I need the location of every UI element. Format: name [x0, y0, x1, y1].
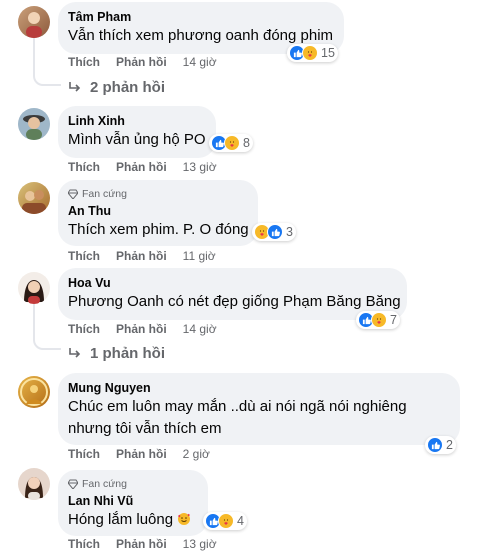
avatar[interactable] — [18, 468, 50, 500]
thread-line — [33, 38, 35, 72]
comment-text: Phương Oanh có nét đẹp giống Phạm Băng B… — [68, 293, 401, 310]
timestamp[interactable]: 2 giờ — [183, 447, 210, 461]
reply-arrow-icon — [69, 348, 81, 358]
timestamp[interactable]: 14 giờ — [183, 55, 217, 69]
avatar[interactable] — [18, 272, 50, 304]
avatar[interactable] — [18, 182, 50, 214]
reaction-count: 3 — [286, 225, 293, 239]
reaction-summary[interactable]: 4 — [203, 512, 247, 530]
comment-text: Thích xem phim. P. O đóng — [68, 221, 249, 238]
comment-bubble: Fan cứng Lan Nhi Vũ Hóng lắm luông — [58, 470, 208, 536]
reply-link[interactable]: Phản hồi — [116, 537, 167, 551]
timestamp[interactable]: 13 giờ — [183, 160, 217, 174]
timestamp[interactable]: 13 giờ — [183, 537, 217, 551]
like-reaction-icon — [267, 224, 283, 240]
reaction-summary[interactable]: 3 — [252, 223, 296, 241]
top-fan-badge: Fan cứng — [68, 187, 246, 201]
thread-line — [33, 304, 35, 336]
comment-author[interactable]: Linh Xinh — [68, 113, 204, 129]
comment-actions: Thích Phản hồi 14 giờ — [68, 54, 217, 70]
reaction-count: 15 — [321, 46, 335, 60]
reply-link[interactable]: Phản hồi — [116, 249, 167, 263]
like-link[interactable]: Thích — [68, 537, 100, 551]
comment-text-content: Hóng lắm luông — [68, 511, 174, 528]
comment-bubble: Linh Xinh Mình vẫn ủng hộ PO — [58, 106, 216, 158]
diamond-badge-icon — [68, 189, 78, 199]
diamond-badge-icon — [68, 479, 78, 489]
replies-count: 1 phản hồi — [90, 344, 165, 362]
timestamp[interactable]: 11 giờ — [183, 249, 216, 263]
reply-link[interactable]: Phản hồi — [116, 447, 167, 461]
timestamp[interactable]: 14 giờ — [183, 322, 217, 336]
like-link[interactable]: Thích — [68, 249, 100, 263]
comment-actions: Thích Phản hồi 11 giờ — [68, 248, 216, 264]
reply-link[interactable]: Phản hồi — [116, 322, 167, 336]
like-link[interactable]: Thích — [68, 160, 100, 174]
comment-actions: Thích Phản hồi 2 giờ — [68, 446, 210, 462]
smiling-face-hearts-emoji — [178, 513, 191, 525]
comment-actions: Thích Phản hồi 13 giờ — [68, 536, 217, 552]
comment-actions: Thích Phản hồi 13 giờ — [68, 159, 217, 175]
avatar[interactable] — [18, 108, 50, 140]
comment-author[interactable]: Hoa Vu — [68, 275, 395, 291]
top-fan-badge: Fan cứng — [68, 477, 196, 491]
like-link[interactable]: Thích — [68, 322, 100, 336]
comment-actions: Thích Phản hồi 14 giờ — [68, 321, 217, 337]
reply-arrow-icon — [69, 82, 81, 92]
reaction-count: 4 — [237, 514, 244, 528]
comment-bubble: Fan cứng An Thu Thích xem phim. P. O đón… — [58, 180, 258, 246]
thread-connector — [33, 70, 61, 86]
avatar[interactable] — [18, 6, 50, 38]
like-link[interactable]: Thích — [68, 55, 100, 69]
badge-label: Fan cứng — [82, 188, 127, 200]
comment-bubble: Mung Nguyen Chúc em luôn may mắn ..dù ai… — [58, 373, 460, 445]
badge-label: Fan cứng — [82, 478, 127, 490]
comment-text-line-2: nhưng tôi vẫn thích em — [68, 420, 222, 437]
like-reaction-icon — [427, 437, 443, 453]
view-replies-button[interactable]: 1 phản hồi — [68, 343, 165, 363]
reaction-count: 8 — [243, 136, 250, 150]
care-reaction-icon — [302, 45, 318, 61]
reaction-count: 2 — [446, 438, 453, 452]
reaction-count: 7 — [390, 313, 397, 327]
replies-count: 2 phản hồi — [90, 78, 165, 96]
reply-link[interactable]: Phản hồi — [116, 160, 167, 174]
reply-link[interactable]: Phản hồi — [116, 55, 167, 69]
comment-bubble: Hoa Vu Phương Oanh có nét đẹp giống Phạm… — [58, 268, 407, 320]
view-replies-button[interactable]: 2 phản hồi — [68, 77, 165, 97]
reaction-summary[interactable]: 7 — [356, 311, 400, 329]
comment-author[interactable]: Mung Nguyen — [68, 380, 448, 396]
thread-connector — [33, 334, 61, 350]
comment-author[interactable]: Lan Nhi Vũ — [68, 493, 196, 509]
comment-author[interactable]: Tâm Pham — [68, 9, 332, 25]
reaction-summary[interactable]: 2 — [425, 436, 456, 454]
comment-text-line-1: Chúc em luôn may mắn ..dù ai nói ngã nói… — [68, 398, 407, 415]
comment-text: Hóng lắm luông — [68, 509, 196, 531]
care-reaction-icon — [224, 135, 240, 151]
care-reaction-icon — [218, 513, 234, 529]
like-link[interactable]: Thích — [68, 447, 100, 461]
reaction-summary[interactable]: 8 — [209, 134, 253, 152]
care-reaction-icon — [371, 312, 387, 328]
comment-text: Mình vẫn ủng hộ PO — [68, 131, 206, 148]
avatar[interactable] — [18, 376, 50, 408]
comment-author[interactable]: An Thu — [68, 203, 246, 219]
reaction-summary[interactable]: 15 — [287, 44, 338, 62]
